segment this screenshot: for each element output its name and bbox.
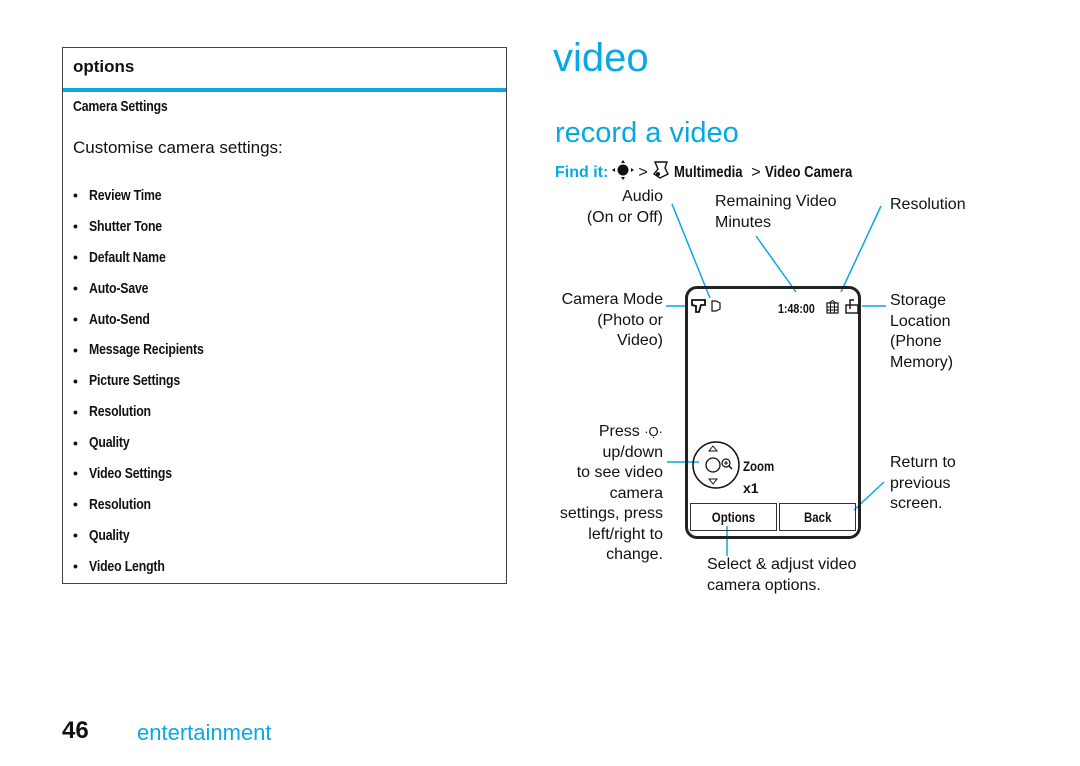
back-softkey[interactable]: Back bbox=[779, 503, 856, 531]
resolution-icon bbox=[826, 299, 839, 319]
callout-nav-settings: Press ·Ọ· up/down to see video camera setti… bbox=[559, 423, 663, 563]
audio-callout-line bbox=[671, 203, 711, 299]
running-head: entertainment bbox=[137, 720, 272, 745]
remaining-callout-line bbox=[755, 235, 797, 293]
callout-storage-location: Storage Location (Phone Memory) bbox=[890, 292, 954, 371]
zoom-label: Zoom bbox=[743, 458, 775, 474]
callout-audio: Audio (On or Off) bbox=[586, 188, 663, 226]
callout-remaining-minutes: Remaining Video Minutes bbox=[715, 193, 837, 231]
navigation-pad-icon bbox=[691, 437, 741, 498]
storage-location-icon bbox=[845, 299, 859, 319]
options-softkey[interactable]: Options bbox=[690, 503, 777, 531]
page-number: 46 bbox=[62, 717, 89, 744]
phone-screen: 1:48:00 Zoom x1 Options Back bbox=[685, 286, 861, 539]
callout-return: Return to previous screen. bbox=[890, 454, 956, 512]
remaining-time: 1:48:00 bbox=[778, 301, 815, 316]
callout-camera-mode: Camera Mode (Photo or Video) bbox=[561, 291, 663, 349]
callout-resolution: Resolution bbox=[890, 196, 966, 213]
callout-lines bbox=[666, 203, 886, 556]
callout-select-adjust: Select & adjust video camera options. bbox=[707, 556, 857, 594]
nav-key-small-icon: ·Ọ· bbox=[644, 424, 663, 439]
camera-mode-icon bbox=[691, 298, 706, 319]
zoom-level: x1 bbox=[743, 480, 759, 496]
audio-icon bbox=[710, 299, 722, 318]
